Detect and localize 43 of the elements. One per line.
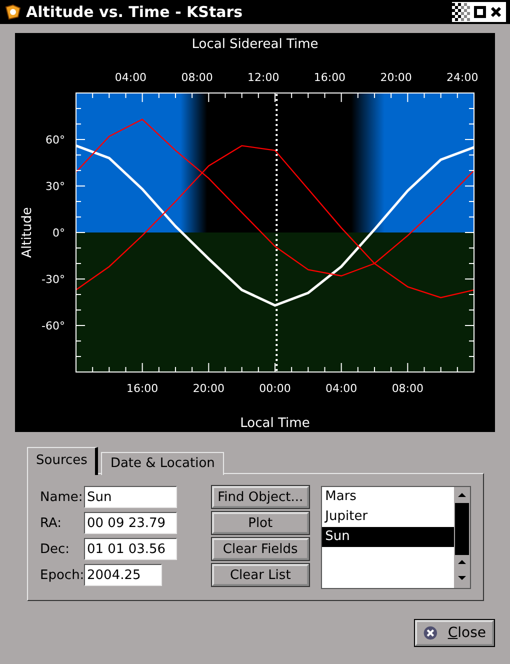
list-item[interactable]: Mars [322, 487, 454, 507]
input-field[interactable]: 2004.25 [84, 564, 162, 586]
x-axis-title: Local Time [240, 416, 310, 431]
y-tick-label: -60° [42, 320, 65, 332]
y-tick-label: 60° [46, 134, 65, 146]
top-tick-label: 16:00 [314, 71, 346, 84]
action-button[interactable]: Clear List [212, 564, 310, 586]
tab[interactable]: Date & Location [101, 452, 224, 475]
action-button[interactable]: Find Object... [212, 486, 310, 508]
scrollbar[interactable] [454, 487, 470, 588]
field-label: Epoch: [40, 568, 84, 582]
top-tick-label: 08:00 [181, 71, 213, 84]
input-field[interactable]: Sun [84, 486, 177, 508]
field-label: Name: [40, 490, 84, 504]
x-tick-label: 20:00 [192, 382, 225, 395]
x-tick-label: 16:00 [126, 382, 158, 395]
y-tick-label: 0° [52, 226, 65, 240]
input-field[interactable]: 01 01 03.56 [84, 538, 177, 560]
action-button[interactable]: Plot [212, 512, 310, 534]
x-tick-label: 04:00 [325, 382, 358, 395]
tab[interactable]: Sources [27, 447, 98, 475]
x-tick-label: 00:00 [259, 382, 291, 395]
input-field[interactable]: 00 09 23.79 [84, 512, 177, 534]
y-tick-label: 30° [46, 180, 65, 193]
action-button[interactable]: Clear Fields [212, 538, 310, 560]
top-tick-label: 12:00 [248, 71, 280, 84]
close-icon[interactable] [490, 6, 502, 18]
top-tick-label: 04:00 [114, 71, 147, 84]
x-tick-label: 08:00 [392, 382, 424, 395]
y-axis-title: Altitude [20, 207, 35, 258]
top-tick-label: 20:00 [380, 71, 412, 84]
y-tick-label: -30° [42, 273, 65, 286]
app-icon [4, 4, 22, 20]
field-label: Dec: [40, 542, 71, 556]
list-item[interactable]: Sun [322, 527, 454, 547]
maximize-icon[interactable] [474, 6, 486, 18]
field-label: RA: [40, 516, 63, 530]
window-title: Altitude vs. Time - KStars [26, 3, 244, 21]
close-icon [423, 624, 438, 642]
close-button[interactable]: Close [415, 620, 494, 646]
top-axis-title: Local Sidereal Time [192, 37, 318, 52]
top-tick-label: 24:00 [446, 71, 478, 84]
list-item[interactable]: Jupiter [322, 507, 454, 527]
